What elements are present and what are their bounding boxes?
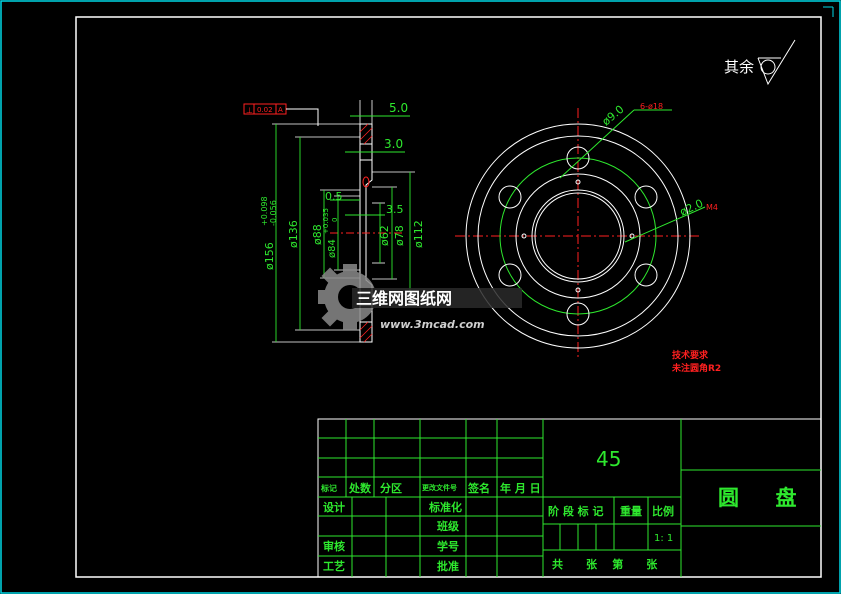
label-class: 班级 [437,519,460,533]
label-count: 处数 [348,481,372,495]
roughness-label: 其余 [724,58,754,76]
dim-tol-156-lower: -0.056 [269,200,278,226]
dim-dia-112: ø112 [412,220,425,248]
label-standard: 标准化 [428,500,462,514]
label-weight: 重量 [620,504,642,518]
tol-datum: A [278,106,283,114]
part-name: 圆 盘 [718,486,797,510]
label-scale: 比例 [652,504,674,518]
dim-5: 5.0 [389,101,408,115]
watermark-brand: 三维网图纸网 [356,289,452,308]
tech-req-line1: 未注圆角R2 [671,362,721,374]
label-sign: 签名 [467,481,490,495]
tol-value: 0.02 [257,106,273,114]
watermark-url: www.3mcad.com [380,318,485,331]
dim-dia-78: ø78 [393,225,406,246]
tol-symbol: ⊥ [246,106,253,115]
label-sheets: 共 张 第 张 [552,557,658,571]
label-mark: 标记 [320,483,337,493]
thread-note: M4 [706,203,718,212]
dim-dia-84: ø84 [327,239,338,258]
dim-tol-156-upper: +0.098 [260,196,269,226]
material: 45 [596,447,621,471]
dim-tol-84-upper: +0.035 [322,208,330,234]
drawing-sheet: 其余 ⊥ 0.02 A 5.0 3.0 0.5 3.5 ø156 +0.098 … [0,0,841,594]
dim-3: 3.0 [384,137,403,151]
dim-tol-84-lower: 0 [331,218,339,222]
hole-note: 6-ø18 [640,102,663,111]
dim-dia-62: ø62 [378,225,391,246]
label-stage-mark: 阶 段 标 记 [548,504,604,518]
label-student-id: 学号 [437,539,459,553]
dim-dia-156: ø156 [263,242,276,270]
label-design: 设计 [323,500,345,514]
label-zone: 分区 [380,481,402,495]
label-approve: 批准 [437,559,459,573]
dim-35: 3.5 [386,203,404,216]
label-change-doc: 更改文件号 [422,483,457,492]
front-view [455,108,706,360]
dim-small-dia: ø2.0 [678,197,705,219]
tech-req-title: 技术要求 [672,349,709,361]
dim-05: 0.5 [325,190,343,203]
scale-value: 1: 1 [654,533,673,544]
label-review: 审核 [323,539,345,553]
dim-hole-dia: ø9.0 [600,103,627,129]
label-date: 年 月 日 [500,481,541,495]
label-process: 工艺 [323,559,345,573]
roughness-symbol [757,39,796,86]
tolerance-frame: ⊥ 0.02 A [243,103,319,126]
dim-dia-136: ø136 [287,220,300,248]
